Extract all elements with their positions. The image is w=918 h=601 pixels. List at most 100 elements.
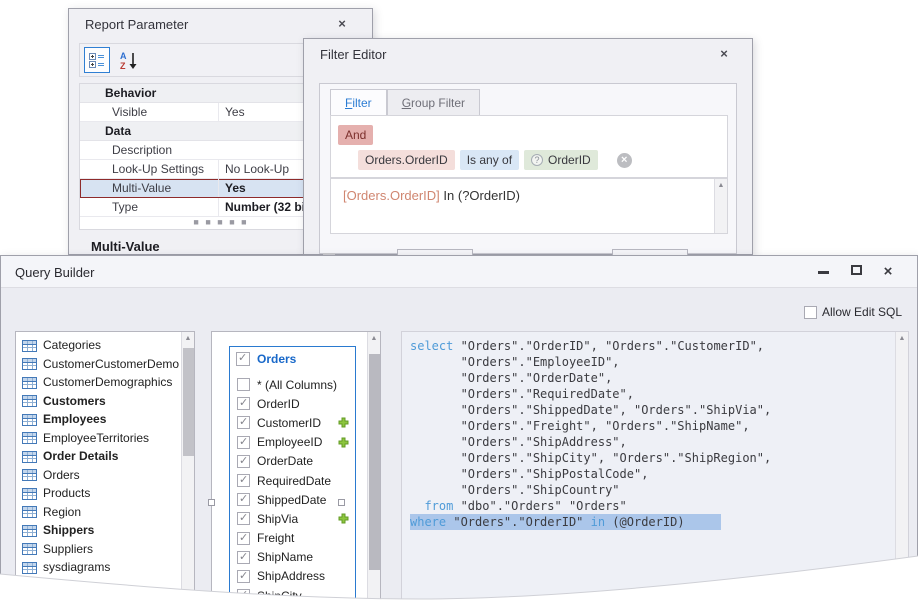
scroll-up-icon[interactable]: ▲ — [715, 179, 727, 189]
column-shipaddress[interactable]: ✓ShipAddress — [230, 567, 355, 586]
table-item-orders[interactable]: Orders — [16, 466, 194, 485]
checkbox-unchecked[interactable] — [237, 378, 250, 391]
table-item-territories[interactable]: Territories — [16, 577, 194, 596]
column-orderdate[interactable]: ✓OrderDate — [230, 452, 355, 471]
table-item-customercustomerdemo[interactable]: CustomerCustomerDemo — [16, 355, 194, 374]
preview-field: [Orders.OrderID] — [343, 188, 440, 203]
filter-preview-text: [Orders.OrderID] In (?OrderID) — [343, 188, 520, 203]
checkbox-checked[interactable]: ✓ — [237, 474, 250, 487]
column-orderid[interactable]: ✓OrderID — [230, 394, 355, 413]
sql-editor-panel[interactable]: select "Orders"."OrderID", "Orders"."Cus… — [401, 331, 909, 601]
column-freight[interactable]: ✓Freight — [230, 529, 355, 548]
filter-editor-body: Filter Group Filter And Orders.OrderID I… — [319, 83, 737, 254]
checkbox-checked[interactable]: ✓ — [237, 532, 250, 545]
checkbox-checked[interactable]: ✓ — [237, 493, 250, 506]
column-customerid[interactable]: ✓CustomerID — [230, 413, 355, 432]
report-parameter-titlebar[interactable]: Report Parameter × — [69, 9, 372, 39]
table-icon — [22, 450, 37, 463]
categorized-view-icon[interactable] — [84, 47, 110, 73]
column-shipvia[interactable]: ✓ShipVia — [230, 509, 355, 528]
checkbox-checked[interactable]: ✓ — [237, 455, 250, 468]
column-shippeddate[interactable]: ✓ShippedDate — [230, 490, 355, 509]
checkbox-checked[interactable]: ✓ — [237, 589, 250, 601]
checkmark-icon: ✓ — [239, 550, 248, 563]
selection-handle-right[interactable] — [338, 499, 345, 506]
filter-editor-window: Filter Editor × Filter Group Filter And … — [303, 38, 753, 255]
checkbox-checked[interactable]: ✓ — [237, 570, 250, 583]
scroll-up-icon[interactable]: ▲ — [368, 332, 380, 342]
preview-rest: In (?OrderID) — [440, 188, 520, 203]
scrollbar-thumb[interactable] — [183, 348, 194, 456]
group-operator-chip[interactable]: And — [338, 125, 373, 145]
checkbox-unchecked[interactable] — [804, 306, 817, 319]
tab-filter[interactable]: Filter — [330, 89, 387, 116]
column-employeeid[interactable]: ✓EmployeeID — [230, 433, 355, 452]
tables-scrollbar[interactable]: ▲ — [181, 332, 194, 601]
checkbox-checked[interactable]: ✓ — [237, 512, 250, 525]
query-builder-window: Query Builder × Allow Edit SQL Categorie… — [0, 255, 918, 601]
condition-operator-chip[interactable]: Is any of — [460, 150, 519, 170]
close-icon[interactable]: × — [334, 16, 350, 32]
table-icon — [22, 468, 37, 481]
query-builder-titlebar[interactable]: Query Builder × — [1, 256, 917, 288]
table-icon — [22, 487, 37, 500]
column-shipname[interactable]: ✓ShipName — [230, 548, 355, 567]
maximize-icon[interactable] — [847, 264, 865, 280]
delete-condition-icon[interactable]: × — [617, 153, 632, 168]
table-icon — [22, 505, 37, 518]
preview-scrollbar[interactable]: ▲ — [714, 179, 727, 233]
table-item-categories[interactable]: Categories — [16, 336, 194, 355]
column-all-columns[interactable]: * (All Columns) — [230, 375, 355, 394]
checkbox-checked[interactable]: ✓ — [237, 416, 250, 429]
multi-value-section-header: Multi-Value — [91, 239, 160, 254]
checkmark-icon: ✓ — [239, 511, 248, 524]
svg-text:A: A — [120, 51, 127, 61]
scroll-up-icon[interactable]: ▲ — [182, 332, 194, 342]
table-icon — [22, 579, 37, 592]
condition-row: Orders.OrderID Is any of ? OrderID × — [358, 150, 632, 170]
close-icon[interactable]: × — [716, 46, 732, 62]
close-icon[interactable]: × — [879, 264, 897, 280]
condition-field-chip[interactable]: Orders.OrderID — [358, 150, 455, 170]
sql-scrollbar[interactable]: ▲ — [895, 332, 908, 601]
checkmark-icon: ✓ — [239, 531, 248, 544]
table-item-employeeterritories[interactable]: EmployeeTerritories — [16, 429, 194, 448]
table-item-sysdiagrams[interactable]: sysdiagrams — [16, 558, 194, 577]
checkmark-icon: ✓ — [239, 454, 248, 467]
orders-table-card[interactable]: ✓ Orders * (All Columns) ✓OrderID ✓Custo… — [229, 346, 356, 601]
filter-editor-titlebar[interactable]: Filter Editor × — [304, 39, 752, 69]
column-shipcity[interactable]: ✓ShipCity — [230, 586, 355, 601]
table-item-customers[interactable]: Customers — [16, 392, 194, 411]
scroll-up-icon[interactable]: ▲ — [896, 332, 908, 342]
filter-condition-area: And Orders.OrderID Is any of ? OrderID × — [330, 115, 728, 178]
table-item-customerdemographics[interactable]: CustomerDemographics — [16, 373, 194, 392]
selection-handle-left[interactable] — [208, 499, 215, 506]
table-icon — [22, 431, 37, 444]
diagram-panel: ✓ Orders * (All Columns) ✓OrderID ✓Custo… — [211, 331, 381, 601]
table-item-products[interactable]: Products — [16, 484, 194, 503]
alphabetical-sort-icon[interactable]: A Z — [118, 50, 144, 72]
table-item-shippers[interactable]: Shippers — [16, 521, 194, 540]
diagram-scrollbar[interactable]: ▲ — [367, 332, 380, 601]
checkbox-checked[interactable]: ✓ — [237, 397, 250, 410]
allow-edit-sql-checkbox[interactable]: Allow Edit SQL — [804, 305, 902, 319]
tab-group-filter[interactable]: Group Filter — [387, 89, 480, 116]
checkbox-checked[interactable]: ✓ — [237, 551, 250, 564]
checkmark-icon: ✓ — [239, 492, 248, 505]
minimize-icon[interactable] — [814, 264, 832, 280]
add-relation-icon[interactable] — [338, 437, 349, 448]
column-requireddate[interactable]: ✓RequiredDate — [230, 471, 355, 490]
checkbox-checked[interactable]: ✓ — [236, 352, 250, 366]
table-icon — [22, 376, 37, 389]
table-item-region[interactable]: Region — [16, 503, 194, 522]
condition-value-chip[interactable]: ? OrderID — [524, 150, 598, 170]
add-relation-icon[interactable] — [338, 513, 349, 524]
add-relation-icon[interactable] — [338, 417, 349, 428]
checkbox-checked[interactable]: ✓ — [237, 436, 250, 449]
table-item-employees[interactable]: Employees — [16, 410, 194, 429]
table-item-order-details[interactable]: Order Details — [16, 447, 194, 466]
filter-editor-title: Filter Editor — [320, 47, 386, 62]
scrollbar-thumb[interactable] — [369, 354, 380, 570]
orders-card-header[interactable]: ✓ Orders — [230, 347, 355, 370]
table-item-suppliers[interactable]: Suppliers — [16, 540, 194, 559]
